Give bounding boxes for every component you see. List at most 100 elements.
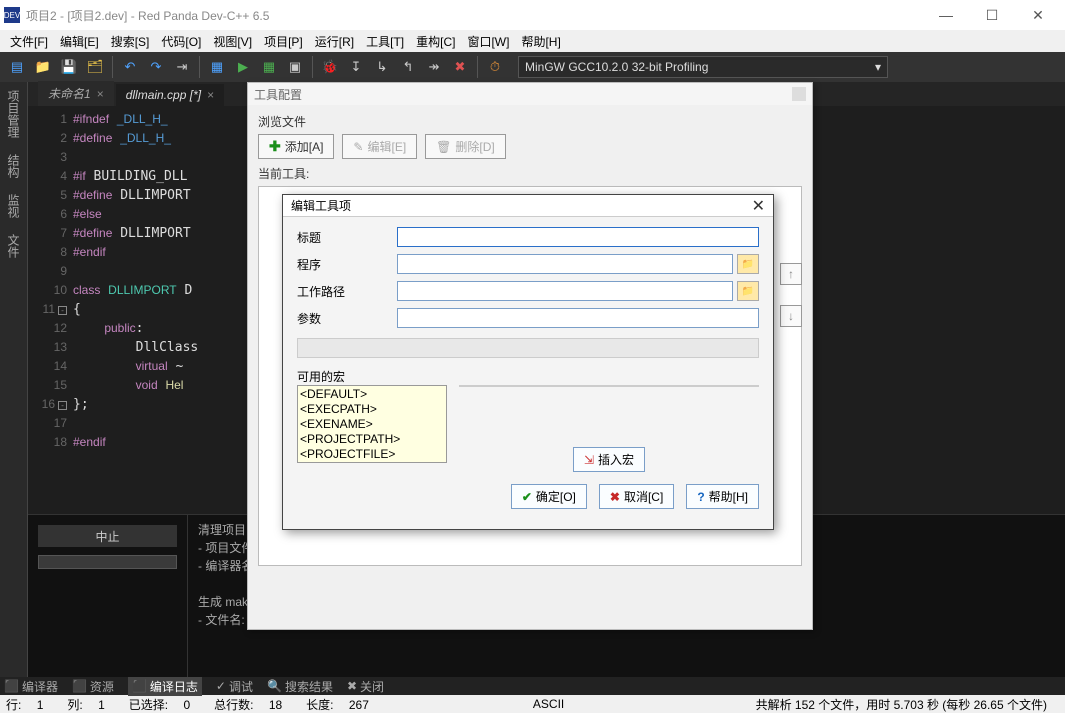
tab-icon: ⬛ <box>4 679 19 693</box>
continue-icon[interactable]: ↠ <box>423 56 445 78</box>
rebuild-icon[interactable]: ▣ <box>284 56 306 78</box>
bottom-tab[interactable]: 🔍搜索结果 <box>267 678 333 695</box>
profiler-icon[interactable]: ⏱ <box>484 56 506 78</box>
save-all-icon[interactable]: 🗂 <box>84 56 106 78</box>
field-args-label: 参数 <box>297 310 397 327</box>
edit-button[interactable]: ✎编辑[E] <box>342 134 417 159</box>
field-title-input[interactable] <box>397 227 759 247</box>
tab-close-icon[interactable]: × <box>207 88 214 102</box>
tab-close-icon[interactable]: × <box>97 87 104 101</box>
compiler-label: MinGW GCC10.2.0 32-bit Profiling <box>525 60 708 74</box>
sidebar-tab[interactable]: 文件 <box>3 226 24 266</box>
macro-item[interactable]: <EXENAME> <box>300 417 444 432</box>
insert-icon: ⇲ <box>584 453 594 467</box>
debug-icon[interactable]: 🐞 <box>319 56 341 78</box>
bottom-tab[interactable]: ✖关闭 <box>347 678 384 695</box>
sidebar-tab[interactable]: 监视 <box>3 186 24 226</box>
menu-item[interactable]: 编辑[E] <box>54 31 105 52</box>
app-icon: DEV <box>4 7 20 23</box>
macro-list[interactable]: <DEFAULT><EXECPATH><EXENAME><PROJECTPATH… <box>297 385 447 463</box>
field-workdir-input[interactable] <box>397 281 733 301</box>
menu-item[interactable]: 帮助[H] <box>515 31 566 52</box>
new-file-icon[interactable]: ▤ <box>6 56 28 78</box>
indent-icon[interactable]: ⇥ <box>171 56 193 78</box>
tool-config-close-icon[interactable] <box>792 87 806 101</box>
question-icon: ? <box>697 490 704 504</box>
menu-item[interactable]: 项目[P] <box>258 31 309 52</box>
window-controls: — ☐ ✕ <box>923 0 1061 30</box>
field-workdir-label: 工作路径 <box>297 283 397 300</box>
add-button[interactable]: ✚添加[A] <box>258 134 334 159</box>
macro-item[interactable]: <EXECPATH> <box>300 402 444 417</box>
field-args-input[interactable] <box>397 308 759 328</box>
compile-icon[interactable]: ▦ <box>206 56 228 78</box>
tab-icon: 🔍 <box>267 679 282 693</box>
run-icon[interactable]: ▶ <box>232 56 254 78</box>
chevron-down-icon: ▾ <box>875 60 881 74</box>
status-encoding: ASCII <box>533 697 564 711</box>
bottom-tab[interactable]: ⬛资源 <box>72 678 114 695</box>
dialog-close-icon[interactable]: ✕ <box>752 196 765 216</box>
stop-button[interactable]: 中止 <box>38 525 177 547</box>
tool-config-title: 工具配置 <box>254 86 302 103</box>
compiler-select[interactable]: MinGW GCC10.2.0 32-bit Profiling ▾ <box>518 56 888 78</box>
menu-item[interactable]: 窗口[W] <box>461 31 515 52</box>
status-col: 列: 1 <box>67 696 116 713</box>
menu-item[interactable]: 工具[T] <box>360 31 410 52</box>
editor-tab[interactable]: dllmain.cpp [*]× <box>116 84 224 106</box>
bottom-tab[interactable]: ⬛编译日志 <box>128 677 202 696</box>
menu-item[interactable]: 代码[O] <box>155 31 207 52</box>
sidebar-tab[interactable]: 项目管理 <box>3 82 24 146</box>
compile-run-icon[interactable]: ▦ <box>258 56 280 78</box>
menu-item[interactable]: 重构[C] <box>410 31 461 52</box>
x-icon: ✖ <box>610 490 620 504</box>
ok-button[interactable]: ✔确定[O] <box>511 484 587 509</box>
macro-preview <box>459 385 759 387</box>
bottom-tab[interactable]: ⬛编译器 <box>4 678 58 695</box>
move-down-button[interactable]: ↓ <box>780 305 802 327</box>
tab-icon: ⬛ <box>72 679 87 693</box>
step-over-icon[interactable]: ↧ <box>345 56 367 78</box>
menu-item[interactable]: 文件[F] <box>4 31 54 52</box>
status-len: 长度: 267 <box>306 696 381 713</box>
bottom-tab[interactable]: ✓调试 <box>216 678 253 695</box>
help-button[interactable]: ?帮助[H] <box>686 484 759 509</box>
undo-icon[interactable]: ↶ <box>119 56 141 78</box>
editor-tab[interactable]: 未命名1× <box>38 81 114 106</box>
progress-bar <box>38 555 177 569</box>
preview-bar <box>297 338 759 358</box>
move-up-button[interactable]: ↑ <box>780 263 802 285</box>
sidebar-tab[interactable]: 结构 <box>3 146 24 186</box>
status-summary: 共解析 152 个文件，用时 5.703 秒 (每秒 26.65 个文件) <box>756 696 1047 713</box>
status-bar: 行: 1 列: 1 已选择: 0 总行数: 18 长度: 267 ASCII 共… <box>0 695 1065 713</box>
minimize-button[interactable]: — <box>923 0 969 30</box>
macro-item[interactable]: <DEFAULT> <box>300 387 444 402</box>
menu-item[interactable]: 搜索[S] <box>105 31 156 52</box>
maximize-button[interactable]: ☐ <box>969 0 1015 30</box>
redo-icon[interactable]: ↷ <box>145 56 167 78</box>
delete-button[interactable]: 🗑删除[D] <box>425 134 506 159</box>
open-folder-icon[interactable]: 📁 <box>32 56 54 78</box>
insert-macro-button[interactable]: ⇲插入宏 <box>573 447 645 472</box>
title-bar: DEV 项目2 - [项目2.dev] - Red Panda Dev-C++ … <box>0 0 1065 30</box>
macro-item[interactable]: <PROJECTPATH> <box>300 432 444 447</box>
pencil-icon: ✎ <box>353 140 363 154</box>
step-out-icon[interactable]: ↰ <box>397 56 419 78</box>
status-row: 行: 1 <box>6 696 55 713</box>
tab-icon: ⬛ <box>132 679 147 693</box>
close-button[interactable]: ✕ <box>1015 0 1061 30</box>
browse-program-button[interactable]: 📁 <box>737 254 759 274</box>
menu-item[interactable]: 视图[V] <box>207 31 258 52</box>
save-icon[interactable]: 💾 <box>58 56 80 78</box>
check-icon: ✔ <box>522 490 532 504</box>
browse-workdir-button[interactable]: 📁 <box>737 281 759 301</box>
macro-item[interactable]: <PROJECTFILE> <box>300 447 444 462</box>
field-program-input[interactable] <box>397 254 733 274</box>
tab-icon: ✓ <box>216 679 226 693</box>
edit-tool-dialog: 编辑工具项 ✕ 标题 程序 📁 工作路径 📁 参数 可用的宏 <DEFAULT>… <box>282 194 774 530</box>
menu-item[interactable]: 运行[R] <box>309 31 360 52</box>
bottom-tabs: ⬛编译器 ⬛资源 ⬛编译日志 ✓调试 🔍搜索结果 ✖关闭 <box>0 677 1065 695</box>
stop-debug-icon[interactable]: ✖ <box>449 56 471 78</box>
cancel-button[interactable]: ✖取消[C] <box>599 484 674 509</box>
step-into-icon[interactable]: ↳ <box>371 56 393 78</box>
